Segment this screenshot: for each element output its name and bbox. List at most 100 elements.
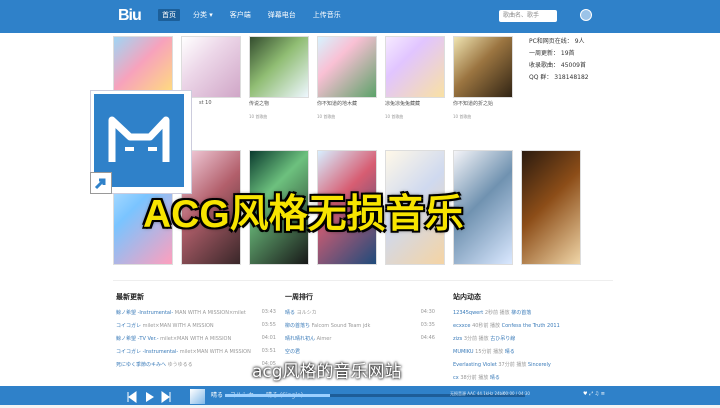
latest-row-4[interactable]: コイコガレ -Instrumental- milet×MAN WITH A MI… [116, 348, 276, 355]
album-title-3[interactable]: 传说之物 [249, 100, 269, 107]
dynamic-row-4[interactable]: MUMIKU 15分前 播放 晴る [453, 348, 613, 355]
latest-time-2: 03:55 [261, 322, 276, 328]
nav-upload[interactable]: 上传音乐 [309, 9, 345, 21]
album-thumb[interactable] [190, 389, 205, 404]
play-icon[interactable] [142, 389, 156, 403]
stat-total: 收录歌曲： 45009首 [529, 62, 586, 69]
dynamic-row-1[interactable]: 12345qwert 2秒前 播放 柳の首落 [453, 309, 613, 316]
dynamic-row-2[interactable]: ecxxce 40秒前 播放 Confess the Truth 2011 [453, 322, 613, 329]
album-cover-4[interactable] [317, 36, 377, 98]
album-cover-6[interactable] [453, 36, 513, 98]
weekly-artist-2: Falcom Sound Team jdk [311, 323, 371, 329]
shortcut-arrow-icon [90, 172, 112, 194]
dynamic-user-2[interactable]: ecxxce [453, 323, 470, 329]
weekly-time-3: 04:46 [420, 335, 435, 341]
screenshot-frame: Biu 首页 分类 ▾ 客户端 弹幕电台 上传音乐 歌曲名、歌手 st 10 传… [0, 0, 720, 405]
weekly-song-2[interactable]: 柳の首落ち [285, 323, 310, 329]
avatar[interactable] [580, 9, 592, 21]
video-overlay-title: ACG风格无损音乐 [143, 193, 464, 236]
top-navigation-bar: Biu 首页 分类 ▾ 客户端 弹幕电台 上传音乐 歌曲名、歌手 [0, 0, 720, 33]
dynamic-song-1[interactable]: 柳の首落 [511, 310, 531, 316]
weekly-row-4[interactable]: 空の君 [285, 348, 435, 355]
weekly-time-1: 04:30 [420, 309, 435, 315]
search-input[interactable]: 歌曲名、歌手 [499, 10, 557, 22]
latest-artist-1: MAN WITH A MISSION×milet [174, 310, 246, 316]
nav-home[interactable]: 首页 [158, 9, 180, 21]
dynamic-user-1[interactable]: 12345qwert [453, 310, 483, 316]
section-divider [113, 280, 613, 281]
latest-row-1[interactable]: 鲸ノ希望 -Instrumental- MAN WITH A MISSION×m… [116, 309, 276, 316]
latest-song-4[interactable]: コイコガレ -Instrumental- [116, 349, 178, 355]
stat-qq: QQ 群： 318148182 [529, 74, 589, 81]
dynamic-user-5[interactable]: Everlasting Violet [453, 362, 497, 368]
album-title-6[interactable]: 你不知道的折之始 [453, 100, 493, 107]
dynamic-song-2[interactable]: Confess the Truth 2011 [502, 323, 560, 329]
latest-artist-3: milet×MAN WITH A MISSION [160, 336, 232, 342]
latest-row-2[interactable]: コイコガレ milet×MAN WITH A MISSION 03:55 [116, 322, 276, 329]
dynamic-row-5[interactable]: Everlasting Violet 37分前 播放 Sincerely [453, 361, 613, 368]
dynamic-song-4[interactable]: 晴る [505, 349, 515, 355]
dynamic-action-1: 2秒前 播放 [484, 310, 510, 316]
weekly-song-1[interactable]: 晴る [285, 310, 295, 316]
album-title-2[interactable]: st 10 [199, 100, 212, 106]
site-logo[interactable]: Biu [118, 7, 142, 25]
album-cover-13[interactable] [521, 150, 581, 265]
previous-icon[interactable] [124, 389, 138, 403]
latest-row-3[interactable]: 鲸ノ希望 -TV Ver.- milet×MAN WITH A MISSION … [116, 335, 276, 342]
latest-artist-5: ゆうゆるる [167, 362, 193, 368]
dynamic-action-3: 3分前 播放 [463, 336, 489, 342]
weekly-song-4[interactable]: 空の君 [285, 349, 300, 355]
weekly-row-2[interactable]: 柳の首落ち Falcom Sound Team jdk 03:35 [285, 322, 435, 329]
dynamic-user-3[interactable]: zizs [453, 336, 462, 342]
album-meta-5: 10 首歌曲 [385, 114, 404, 119]
album-cover-1[interactable] [113, 36, 173, 98]
latest-song-3[interactable]: 鲸ノ希望 -TV Ver.- [116, 336, 159, 342]
weekly-song-3[interactable]: 晴れ晴れ初ん [285, 336, 315, 342]
dynamic-song-6[interactable]: 晴る [490, 375, 500, 381]
nav-client[interactable]: 客户端 [226, 9, 255, 21]
album-cover-3[interactable] [249, 36, 309, 98]
latest-song-2[interactable]: コイコガレ [116, 323, 141, 329]
dynamic-row-3[interactable]: zizs 3分前 播放 古ひ吊り線 [453, 335, 613, 342]
stat-weekly: 一周更新： 19首 [529, 50, 575, 57]
latest-song-1[interactable]: 鲸ノ希望 -Instrumental- [116, 310, 173, 316]
dynamic-section-title: 站内动态 [453, 293, 481, 301]
weekly-time-2: 03:35 [420, 322, 435, 328]
album-title-5[interactable]: 凉兔凉兔兔藏藏 [385, 100, 420, 107]
site-stats: PC和网页在线： 9人 一周更新： 19首 收录歌曲： 45009首 QQ 群：… [529, 36, 613, 84]
latest-time-1: 03:43 [261, 309, 276, 315]
audio-quality: 无损音源 AAC 44.1kHz 24bit [450, 391, 505, 396]
dynamic-song-5[interactable]: Sincerely [528, 362, 551, 368]
latest-time-3: 04:01 [261, 335, 276, 341]
dynamic-user-6[interactable]: cx [453, 375, 459, 381]
player-controls-right[interactable]: ♥ ⤢ ♫ ≡ [583, 391, 605, 397]
dynamic-song-3[interactable]: 古ひ吊り線 [490, 336, 515, 342]
latest-song-5[interactable]: 死にゆく季節のキみへ [116, 362, 166, 368]
dynamic-user-4[interactable]: MUMIKU [453, 349, 474, 355]
weekly-row-3[interactable]: 晴れ晴れ初ん Aimer 04:46 [285, 335, 435, 342]
album-meta-6: 10 首歌曲 [453, 114, 472, 119]
weekly-artist-1: ヨルシカ [296, 310, 317, 316]
latest-artist-2: milet×MAN WITH A MISSION [142, 323, 214, 329]
weekly-row-1[interactable]: 晴る ヨルシカ 04:30 [285, 309, 435, 316]
album-meta-4: 10 首歌曲 [317, 114, 336, 119]
nav-categories[interactable]: 分类 ▾ [189, 9, 217, 21]
dynamic-action-6: 38分前 播放 [460, 375, 489, 381]
next-icon[interactable] [160, 389, 174, 403]
album-title-4[interactable]: 你不知道的地木藏 [317, 100, 357, 107]
music-player-bar: 晴る ヨルシカ 晴る (Single) 无损音源 AAC 44.1kHz 24b… [0, 386, 720, 405]
dynamic-row-6[interactable]: cx 38分前 播放 晴る [453, 374, 613, 381]
dynamic-action-5: 37分前 播放 [498, 362, 527, 368]
dynamic-action-4: 15分前 播放 [475, 349, 504, 355]
weekly-section-title: 一周排行 [285, 293, 313, 301]
album-cover-2[interactable] [181, 36, 241, 98]
video-caption: acg风格的音乐网站 [252, 362, 402, 382]
album-meta-3: 10 首歌曲 [249, 114, 268, 119]
main-nav: 首页 分类 ▾ 客户端 弹幕电台 上传音乐 [158, 9, 345, 21]
latest-time-4: 03:51 [261, 348, 276, 354]
stat-online: PC和网页在线： 9人 [529, 38, 585, 45]
nav-radio[interactable]: 弹幕电台 [264, 9, 300, 21]
track-time: 00:00 / 04:30 [503, 391, 530, 396]
album-cover-5[interactable] [385, 36, 445, 98]
progress-fill [225, 394, 330, 397]
